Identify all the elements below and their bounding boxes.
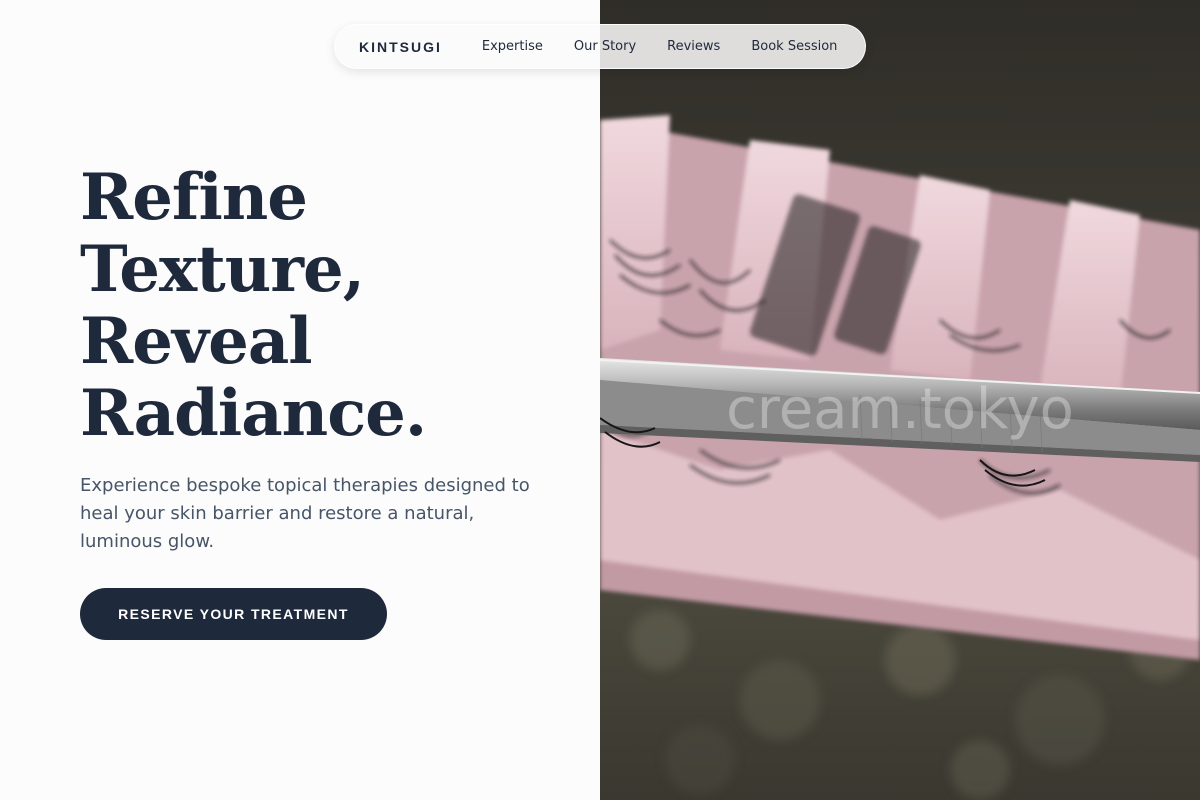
hero-title-line: Reveal	[80, 304, 313, 379]
page: Refine Texture, Reveal Radiance. Experie…	[0, 0, 1200, 800]
brand-logo[interactable]: KINTSUGI	[359, 39, 442, 55]
nav-link-expertise[interactable]: Expertise	[482, 39, 543, 54]
hero-image: cream.tokyo	[600, 0, 1200, 800]
hero-text-panel: Refine Texture, Reveal Radiance. Experie…	[0, 0, 600, 800]
hero-title-line: Radiance.	[80, 376, 427, 451]
nav-link-book-session[interactable]: Book Session	[751, 39, 837, 54]
top-navigation: KINTSUGI Expertise Our Story Reviews Boo…	[334, 24, 866, 69]
hero-subtitle: Experience bespoke topical therapies des…	[80, 475, 530, 552]
nav-link-reviews[interactable]: Reviews	[667, 39, 720, 54]
hero-title-line: Refine	[80, 160, 308, 235]
nav-link-our-story[interactable]: Our Story	[574, 39, 636, 54]
hero-title: Refine Texture, Reveal Radiance.	[80, 162, 560, 450]
reserve-treatment-button[interactable]: RESERVE YOUR TREATMENT	[80, 588, 387, 640]
watermark-text: cream.tokyo	[726, 377, 1074, 442]
lash-tray-photo: cream.tokyo	[600, 0, 1200, 800]
hero-title-line: Texture,	[80, 232, 365, 307]
